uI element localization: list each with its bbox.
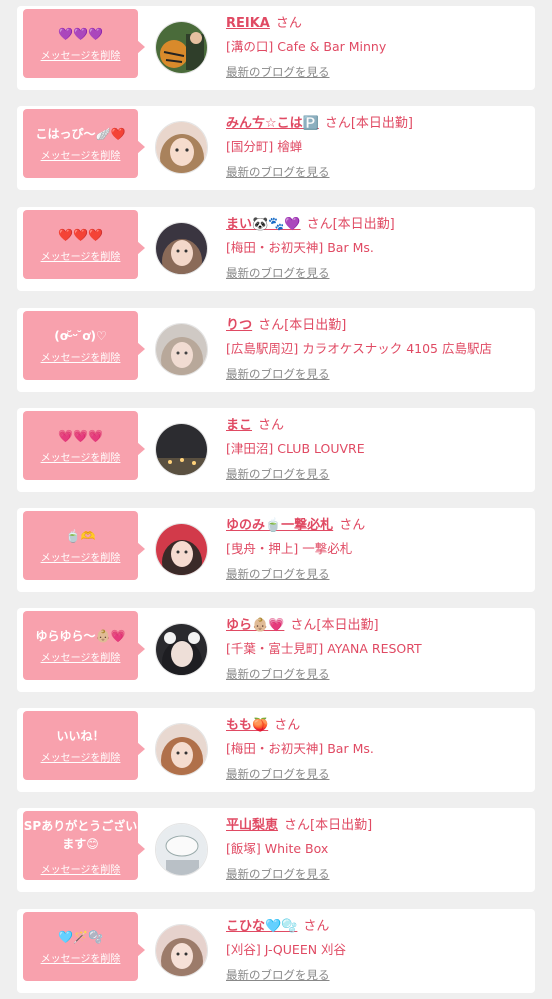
latest-blog-link[interactable]: 最新のブログを見る [226,866,330,882]
shop-place: [曳舟・押上] 一撃必札 [226,541,353,556]
latest-blog-link[interactable]: 最新のブログを見る [226,466,330,482]
latest-blog-link[interactable]: 最新のブログを見る [226,164,330,180]
message-text: 🩵🪄🫧 [58,930,103,944]
list-item: SPありがとうございます😊 メッセージを削除 平山梨恵 さん[本日出勤] [飯塚]… [17,808,535,892]
woman-photo-icon[interactable] [155,222,208,275]
delete-message-link[interactable]: メッセージを削除 [23,147,138,162]
list-item: 💜💜💜 メッセージを削除 REIKA さん [溝の口] Cafe & Bar Mi… [17,6,535,90]
latest-blog-link[interactable]: 最新のブログを見る [226,967,330,983]
name-suffix: さん [324,116,351,131]
message-text: 🍵🫶 [65,529,96,543]
cast-name-link[interactable]: ゆのみ🍵一撃必札 [226,518,333,533]
delete-message-link[interactable]: メッセージを削除 [23,248,138,263]
list-item: (ơ ̴̆ᵕ ̆ơ)♡ メッセージを削除 りつ さん[本日出勤] [広島駅周辺] … [17,308,535,392]
name-suffix: さん [258,418,285,433]
message-bubble: いいね！ メッセージを削除 [23,711,145,780]
latest-blog-link[interactable]: 最新のブログを見る [226,566,330,582]
list-item: ゆらゆら〜👶🏼💗 メッセージを削除 ゆら👶🏼💗 さん[本日出勤] [千葉・富士見町… [17,608,535,692]
shop-place: [広島駅周辺] カラオケスナック 4105 広島駅店 [226,341,492,356]
name-suffix: さん [275,16,302,31]
message-bubble: 💜💜💜 メッセージを削除 [23,9,145,78]
list-item: ❤️❤️❤️ メッセージを削除 まい🐼🐾💜 さん[本日出勤] [梅田・お初天神] … [17,207,535,291]
latest-blog-link[interactable]: 最新のブログを見る [226,265,330,281]
delete-message-link[interactable]: メッセージを削除 [23,47,138,62]
message-text: ゆらゆら〜👶🏼💗 [35,629,126,643]
cast-name-link[interactable]: REIKA [226,16,270,31]
name-suffix: さん [258,318,285,333]
status-badge: [本日出勤] [332,217,395,232]
shop-place: [国分町] 檜蝉 [226,139,303,154]
latest-blog-link[interactable]: 最新のブログを見る [226,366,330,382]
message-text: こはっぴ〜🪽❤️ [35,127,126,141]
woman-photo-icon[interactable] [155,924,208,977]
status-badge: [本日出勤] [316,618,379,633]
woman-photo-icon[interactable] [155,121,208,174]
delete-message-link[interactable]: メッセージを削除 [23,349,138,364]
delete-message-link[interactable]: メッセージを削除 [23,649,138,664]
latest-blog-link[interactable]: 最新のブログを見る [226,64,330,80]
woman-photo-icon[interactable] [155,523,208,576]
message-text: (ơ ̴̆ᵕ ̆ơ)♡ [54,329,107,343]
latest-blog-link[interactable]: 最新のブログを見る [226,666,330,682]
message-text: 💗💗💗 [58,429,103,443]
cast-name-link[interactable]: 平山梨恵 [226,818,278,833]
name-suffix: さん [274,718,301,733]
shop-place: [溝の口] Cafe & Bar Minny [226,39,387,54]
woman-photo-icon[interactable] [155,623,208,676]
delete-message-link[interactable]: メッセージを削除 [23,749,138,764]
status-badge: [本日出勤] [350,116,414,131]
message-text: ❤️❤️❤️ [58,228,103,242]
cast-name-link[interactable]: こひな🩵🫧 [226,919,297,934]
list-item: 💗💗💗 メッセージを削除 まこ さん [津田沼] CLUB LOUVRE 最新のブ… [17,408,535,492]
sign-photo-icon[interactable] [155,823,208,876]
message-bubble: こはっぴ〜🪽❤️ メッセージを削除 [23,109,145,178]
message-bubble: 💗💗💗 メッセージを削除 [23,411,145,480]
name-suffix: さん [290,618,317,633]
name-suffix: さん [339,518,366,533]
list-item: こはっぴ〜🪽❤️ メッセージを削除 みんㄘ☆こは🅿️ さん[本日出勤] [国分町]… [17,106,535,190]
shop-place: [梅田・お初天神] Bar Ms. [226,240,374,255]
cast-name-link[interactable]: ゆら👶🏼💗 [226,618,284,633]
delete-message-link[interactable]: メッセージを削除 [23,861,138,876]
latest-blog-link[interactable]: 最新のブログを見る [226,766,330,782]
status-badge: [本日出勤] [284,318,347,333]
list-item: いいね！ メッセージを削除 もも🍑 さん [梅田・お初天神] Bar Ms. 最新… [17,708,535,792]
status-badge: [本日出勤] [310,818,373,833]
shop-place: [津田沼] CLUB LOUVRE [226,441,365,456]
message-bubble: ❤️❤️❤️ メッセージを削除 [23,210,145,279]
name-suffix: さん [306,217,333,232]
cast-name-link[interactable]: まこ [226,418,252,433]
delete-message-link[interactable]: メッセージを削除 [23,950,138,965]
delete-message-link[interactable]: メッセージを削除 [23,449,138,464]
shop-place: [飯塚] White Box [226,841,329,856]
woman-photo-icon[interactable] [155,323,208,376]
woman-photo-icon[interactable] [155,723,208,776]
cast-name-link[interactable]: もも🍑 [226,718,268,733]
cast-name-link[interactable]: まい🐼🐾💜 [226,217,301,232]
message-text: 💜💜💜 [58,27,103,41]
list-item: 🍵🫶 メッセージを削除 ゆのみ🍵一撃必札 さん [曳舟・押上] 一撃必札 最新のブ… [17,508,535,592]
tiger-photo-icon[interactable] [155,21,208,74]
message-text: いいね！ [56,729,105,743]
message-bubble: 🍵🫶 メッセージを削除 [23,511,145,580]
message-bubble: (ơ ̴̆ᵕ ̆ơ)♡ メッセージを削除 [23,311,145,380]
message-text: SPありがとうございます😊 [23,819,138,851]
message-bubble: 🩵🪄🫧 メッセージを削除 [23,912,145,981]
shop-place: [梅田・お初天神] Bar Ms. [226,741,374,756]
name-suffix: さん [303,919,330,934]
message-bubble: ゆらゆら〜👶🏼💗 メッセージを削除 [23,611,145,680]
list-item: 🩵🪄🫧 メッセージを削除 こひな🩵🫧 さん [刈谷] J-QUEEN 刈谷 最新の… [17,909,535,993]
night-view-photo-icon[interactable] [155,423,208,476]
cast-name-link[interactable]: りつ [226,318,252,333]
shop-place: [刈谷] J-QUEEN 刈谷 [226,942,347,957]
message-bubble: SPありがとうございます😊 メッセージを削除 [23,811,145,880]
name-suffix: さん [284,818,311,833]
delete-message-link[interactable]: メッセージを削除 [23,549,138,564]
cast-name-link[interactable]: みんㄘ☆こは🅿️ [226,116,319,131]
shop-place: [千葉・富士見町] AYANA RESORT [226,641,422,656]
